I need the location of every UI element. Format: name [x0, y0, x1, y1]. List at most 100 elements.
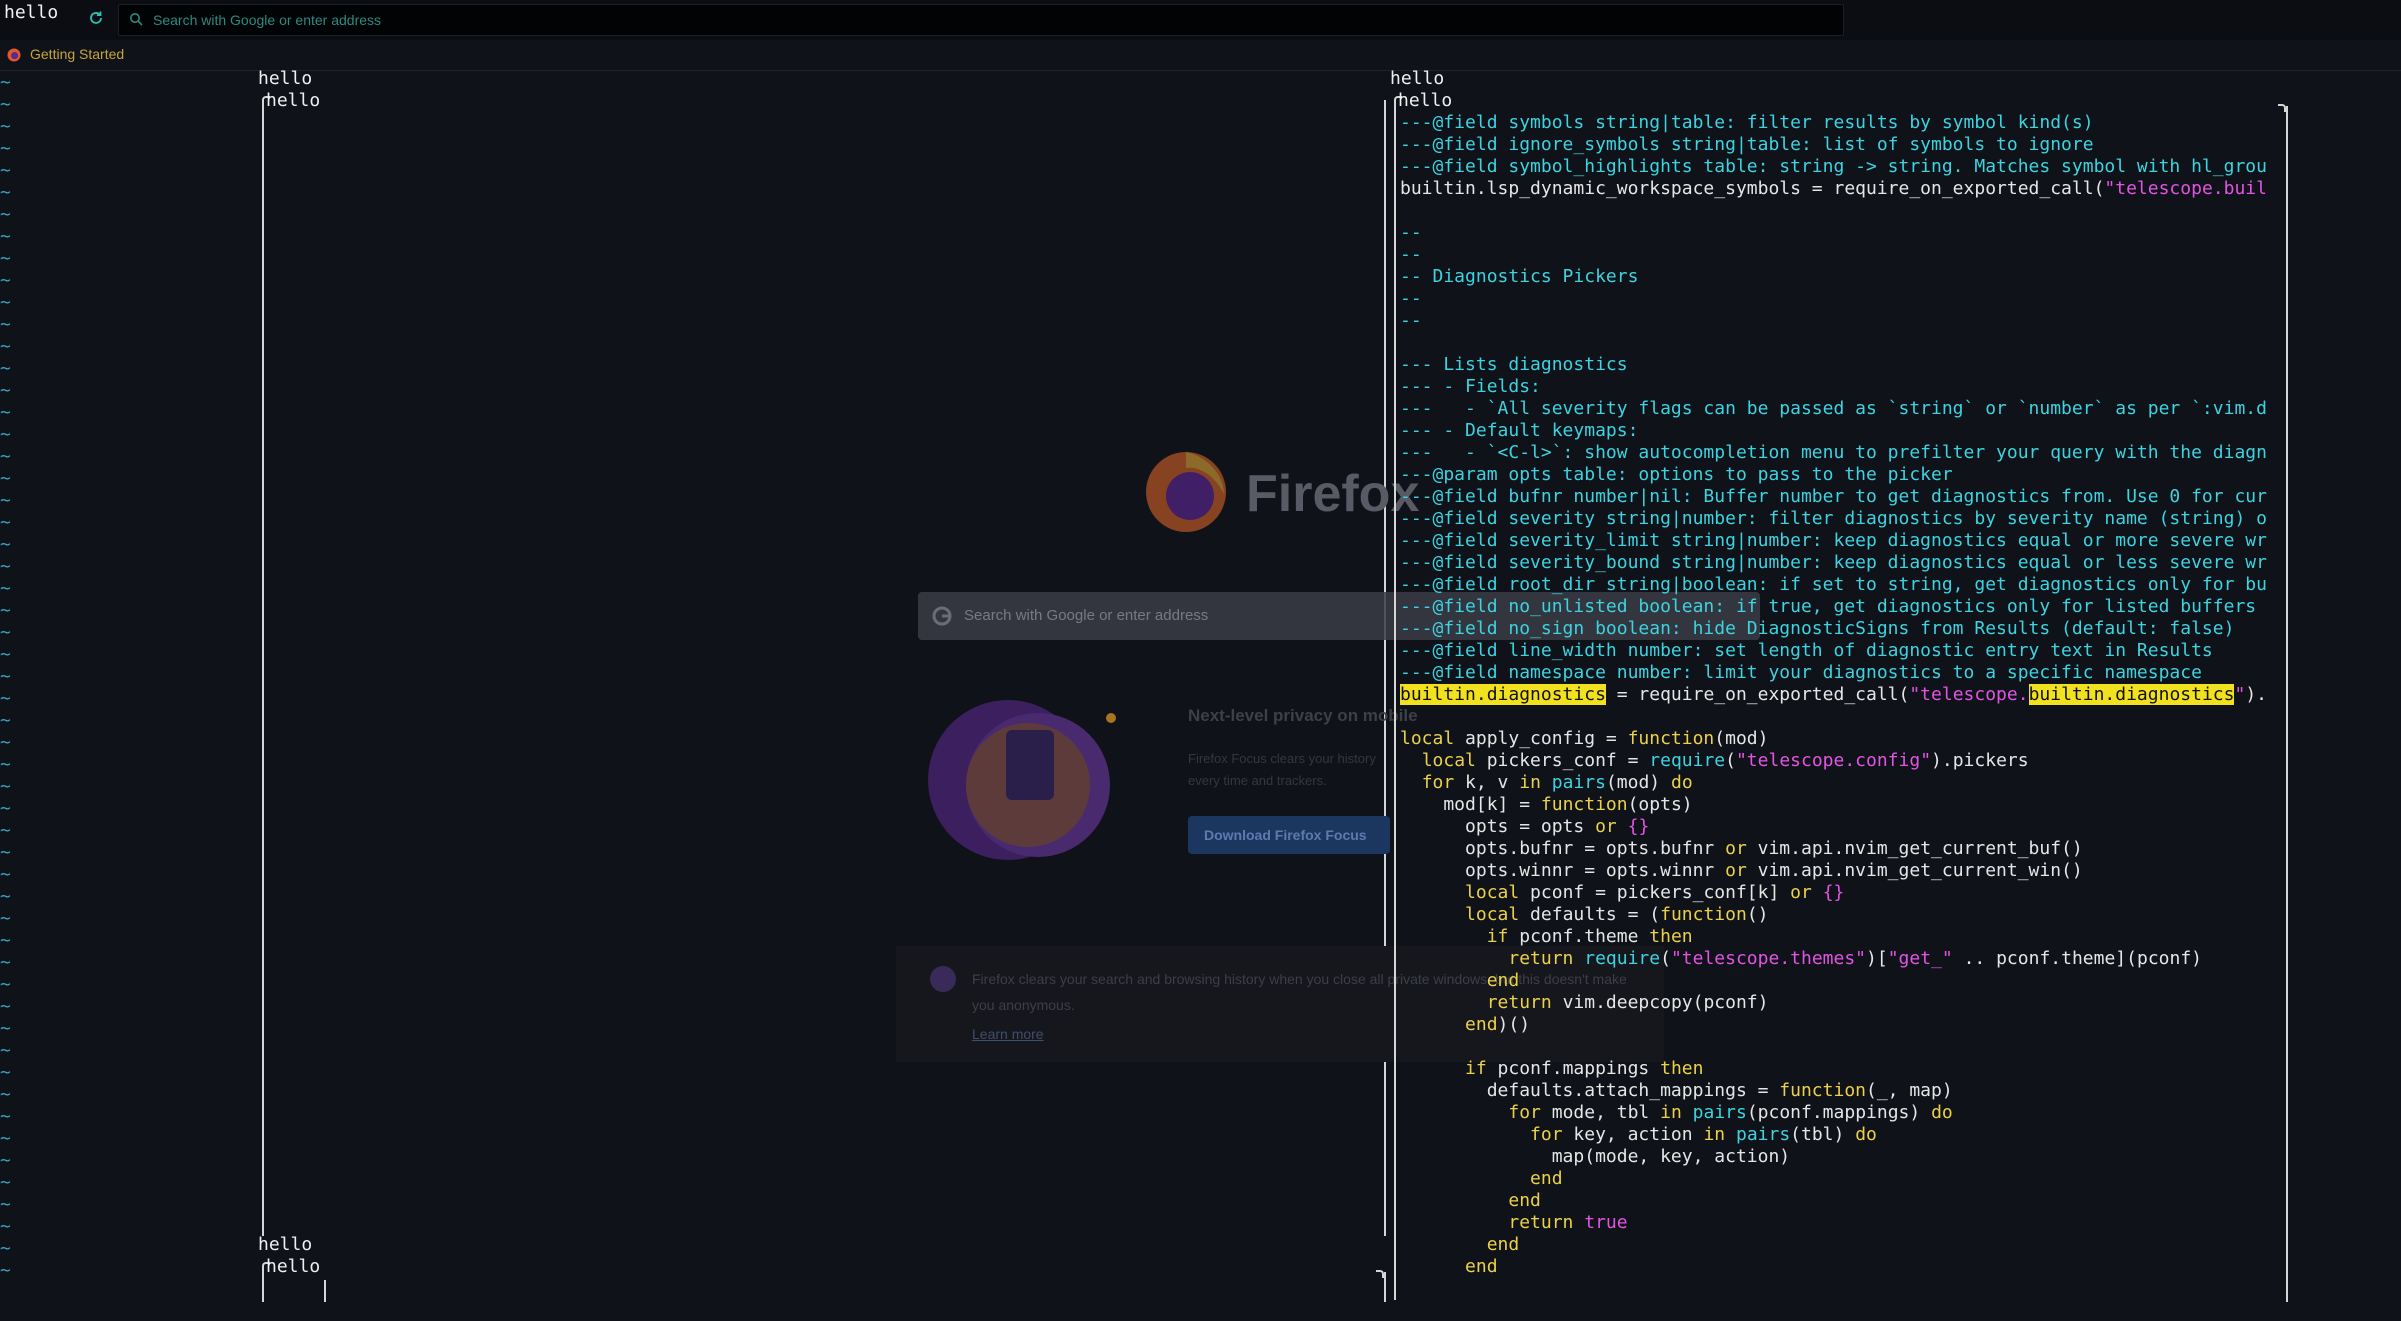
right-pane-title: hello [1390, 68, 1445, 89]
code-line: ---@field severity string|number: filter… [1400, 508, 2280, 530]
bookmark-getting-started[interactable]: Getting Started [30, 46, 124, 62]
code-token: local [1400, 728, 1455, 749]
code-token: mod[k] = [1400, 794, 1541, 815]
promo-title: Next-level privacy on mobile [1188, 706, 1418, 725]
code-line: for key, action in pairs(tbl) do [1400, 1124, 2280, 1146]
code-token: ( [1725, 750, 1736, 771]
code-token: -- [1400, 288, 1422, 309]
code-line: -- Diagnostics Pickers [1400, 266, 2280, 288]
code-token: return [1508, 1212, 1574, 1233]
tilde-marker: ~ [0, 754, 11, 775]
tilde-marker: ~ [0, 1194, 11, 1215]
tilde-marker: ~ [0, 182, 11, 203]
tilde-marker: ~ [0, 1260, 11, 1281]
code-line: for mode, tbl in pairs(pconf.mappings) d… [1400, 1102, 2280, 1124]
code-line: return require("telescope.themes")["get_… [1400, 948, 2280, 970]
code-editor[interactable]: ---@field symbols string|table: filter r… [1400, 112, 2280, 1302]
code-line: -- [1400, 310, 2280, 332]
code-line: ---@field severity_bound string|number: … [1400, 552, 2280, 574]
code-token: -- [1400, 244, 1422, 265]
code-token: do [1931, 1102, 1953, 1123]
code-token: "get_" [1887, 948, 1953, 969]
code-line: ---@field no_sign boolean: hide Diagnost… [1400, 618, 2280, 640]
url-bar[interactable]: Search with Google or enter address [118, 4, 1844, 36]
tilde-marker: ~ [0, 1084, 11, 1105]
tilde-marker: ~ [0, 864, 11, 885]
code-token: in [1703, 1124, 1726, 1145]
tilde-marker: ~ [0, 600, 11, 621]
code-token: in [1660, 1102, 1682, 1123]
code-token: (mod) [1714, 728, 1769, 749]
code-token: ( [1660, 948, 1671, 969]
code-token: or [1595, 816, 1617, 837]
tilde-marker: ~ [0, 270, 11, 291]
code-line: end [1400, 970, 2280, 992]
code-token: or [1725, 860, 1747, 881]
code-line: end [1400, 1234, 2280, 1256]
code-token: -- [1400, 222, 1422, 243]
code-token: require [1649, 750, 1726, 771]
right-pane-border-right [2286, 106, 2288, 1302]
code-token: apply_config = [1454, 728, 1628, 749]
bookmarks-bar [0, 45, 2401, 70]
code-line: return true [1400, 1212, 2280, 1234]
right-pane-inner-title: hello [1398, 90, 1453, 111]
code-line: return vim.deepcopy(pconf) [1400, 992, 2280, 1014]
code-line: ---@param opts table: options to pass to… [1400, 464, 2280, 486]
code-token: {} [1822, 882, 1845, 903]
tilde-marker: ~ [0, 666, 11, 687]
code-token: ). [2245, 684, 2267, 705]
code-token: require [1584, 948, 1661, 969]
code-token: "telescope. [1909, 684, 2029, 705]
code-token: ---@param opts table: options to pass to… [1400, 464, 1953, 485]
code-token: vim.deepcopy(pconf) [1551, 992, 1769, 1013]
code-line: -- [1400, 244, 2280, 266]
code-line: ---@field root_dir string|boolean: if se… [1400, 574, 2280, 596]
empty-line-markers: ~ ~ ~ ~ ~ ~ ~ ~ ~ ~ ~ ~ ~ ~ ~ ~ ~ ~ ~ ~ ~ ~ ~ ~ ~ ~ ~ ~ ~ ~ ~ ~ ~ ~ ~ ~ ~ ~ ~ ~… [0, 72, 20, 1282]
code-token: .. pconf.theme](pconf) [1952, 948, 2202, 969]
reload-icon[interactable] [88, 10, 104, 26]
code-line: ---@field no_unlisted boolean: if true, … [1400, 596, 2280, 618]
download-focus-button[interactable]: Download Firefox Focus [1188, 816, 1390, 854]
code-line: -- [1400, 222, 2280, 244]
tilde-marker: ~ [0, 1172, 11, 1193]
code-token: "telescope.buil [2104, 178, 2267, 199]
learn-more-link[interactable]: Learn more [972, 1026, 1044, 1042]
code-token: (opts) [1627, 794, 1693, 815]
code-token: {} [1627, 816, 1650, 837]
code-line: end)() [1400, 1014, 2280, 1036]
code-token: ---@field no_unlisted boolean: if true, … [1400, 596, 2257, 617]
tilde-marker: ~ [0, 204, 11, 225]
code-token: do [1855, 1124, 1877, 1145]
code-token: mode, tbl [1540, 1102, 1661, 1123]
tilde-marker: ~ [0, 710, 11, 731]
code-line: local pconf = pickers_conf[k] or {} [1400, 882, 2280, 904]
code-token: defaults.attach_mappings = [1400, 1080, 1780, 1101]
tilde-marker: ~ [0, 160, 11, 181]
tilde-marker: ~ [0, 1040, 11, 1061]
code-token: ---@field bufnr number|nil: Buffer numbe… [1400, 486, 2267, 507]
code-line: if pconf.theme then [1400, 926, 2280, 948]
code-token: ---@field line_width number: set length … [1400, 640, 2213, 661]
code-token: --- Lists diagnostics [1400, 354, 1628, 375]
right-pane-border [1394, 100, 1396, 1300]
code-token: pconf.theme [1508, 926, 1650, 947]
left-pane-border-right [1384, 100, 1386, 1236]
tilde-marker: ~ [0, 1062, 11, 1083]
tilde-marker: ~ [0, 1216, 11, 1237]
tilde-marker: ~ [0, 578, 11, 599]
code-token: (tbl) [1790, 1124, 1856, 1145]
code-token: --- - Fields: [1400, 376, 1541, 397]
code-line: local defaults = (function() [1400, 904, 2280, 926]
code-token: or [1790, 882, 1812, 903]
code-token: or [1725, 838, 1747, 859]
